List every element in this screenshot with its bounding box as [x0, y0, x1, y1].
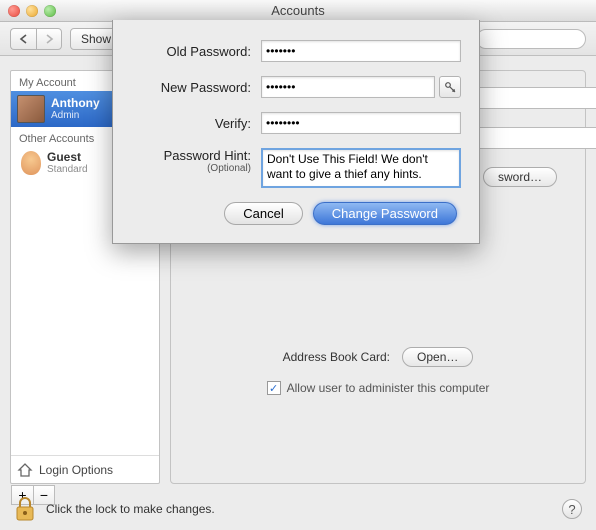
verify-label: Verify:: [131, 116, 251, 131]
lock-icon[interactable]: [14, 496, 36, 522]
account-role: Standard: [47, 164, 88, 175]
help-button[interactable]: ?: [562, 499, 582, 519]
avatar: [17, 95, 45, 123]
account-role: Admin: [51, 110, 100, 121]
open-address-book-button[interactable]: Open…: [402, 347, 473, 367]
account-name: Anthony: [51, 97, 100, 110]
search-input[interactable]: [476, 29, 586, 49]
house-icon: [17, 462, 33, 478]
admin-checkbox[interactable]: ✓: [267, 381, 281, 395]
password-assistant-button[interactable]: [439, 76, 461, 98]
new-password-label: New Password:: [131, 80, 251, 95]
change-password-submit-button[interactable]: Change Password: [313, 202, 457, 225]
chevron-left-icon: [19, 34, 28, 44]
old-password-row: Old Password:: [131, 40, 461, 62]
footer: Click the lock to make changes. ?: [0, 488, 596, 530]
admin-checkbox-label: Allow user to administer this computer: [287, 381, 490, 395]
guest-icon: [21, 151, 41, 175]
lock-text: Click the lock to make changes.: [46, 502, 215, 516]
change-password-button[interactable]: sword…: [483, 167, 557, 187]
forward-button[interactable]: [36, 28, 62, 50]
key-icon: [444, 81, 456, 93]
new-password-row: New Password:: [131, 76, 461, 98]
verify-password-input[interactable]: [261, 112, 461, 134]
minimize-icon[interactable]: [26, 5, 38, 17]
window-title: Accounts: [0, 3, 596, 18]
account-info: Anthony Admin: [51, 97, 100, 121]
change-password-sheet: Old Password: New Password: Verify: Pass…: [112, 20, 480, 244]
password-hint-row: Password Hint: (Optional) Don't Use This…: [131, 148, 461, 188]
window-controls: [8, 5, 56, 17]
back-button[interactable]: [10, 28, 36, 50]
zoom-icon[interactable]: [44, 5, 56, 17]
hint-label: Password Hint: (Optional): [131, 148, 251, 174]
login-options-label: Login Options: [39, 463, 113, 477]
account-info: Guest Standard: [47, 151, 88, 175]
hint-optional-text: (Optional): [131, 163, 251, 174]
titlebar: Accounts: [0, 0, 596, 22]
new-password-input[interactable]: [261, 76, 435, 98]
nav-buttons: [10, 28, 62, 50]
hint-label-text: Password Hint:: [164, 148, 251, 163]
account-name: Guest: [47, 151, 88, 164]
close-icon[interactable]: [8, 5, 20, 17]
old-password-input[interactable]: [261, 40, 461, 62]
chevron-right-icon: [45, 34, 54, 44]
old-password-label: Old Password:: [131, 44, 251, 59]
verify-password-row: Verify:: [131, 112, 461, 134]
sheet-actions: Cancel Change Password: [131, 202, 461, 225]
login-options[interactable]: Login Options: [11, 455, 159, 483]
cancel-button[interactable]: Cancel: [224, 202, 302, 225]
address-book-row: Address Book Card: Open…: [191, 347, 565, 367]
admin-checkbox-row: ✓ Allow user to administer this computer: [191, 381, 565, 395]
password-hint-input[interactable]: Don't Use This Field! We don't want to g…: [261, 148, 461, 188]
address-book-label: Address Book Card:: [283, 350, 390, 364]
